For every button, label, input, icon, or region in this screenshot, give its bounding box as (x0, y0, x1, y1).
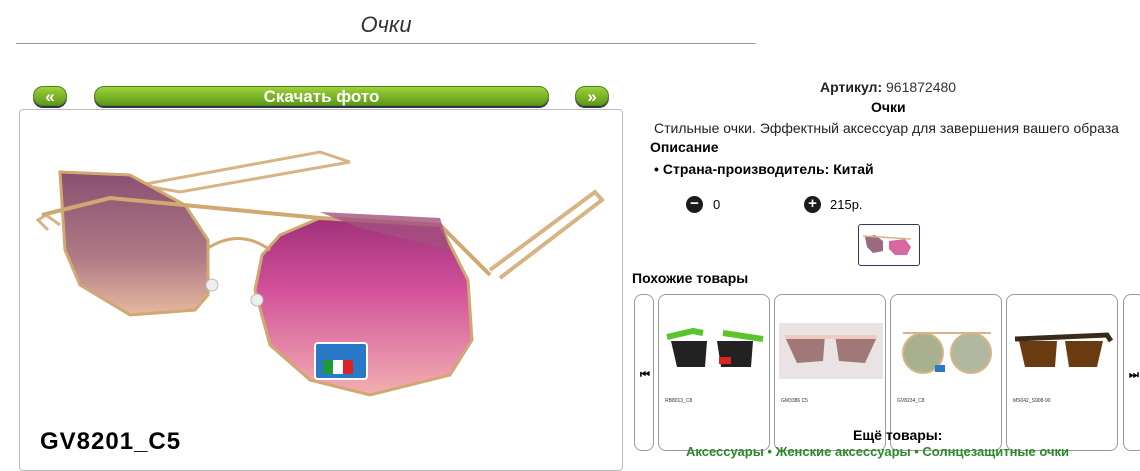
article-number: 961872480 (886, 79, 957, 95)
slider-prev-button[interactable]: ⏮ (634, 294, 654, 451)
article-line: Артикул: 961872480 (820, 79, 956, 95)
similar-item-image (666, 327, 764, 367)
download-photo-button[interactable]: Скачать фото (94, 86, 549, 106)
more-products-heading: Ещё товары: (853, 427, 943, 443)
title-divider (16, 43, 756, 44)
prev-photo-button[interactable]: « (33, 86, 67, 106)
similar-item-image (779, 323, 883, 379)
product-photo[interactable] (19, 109, 623, 471)
next-photo-button[interactable]: » (575, 86, 609, 106)
country-text: Страна-производитель: Китай (662, 161, 874, 177)
sunglasses-image (35, 150, 605, 397)
description-heading: Описание (650, 139, 719, 155)
similar-item-image (902, 332, 992, 374)
product-model: GV8201_C5 (40, 428, 182, 455)
similar-item-code: GV8234_C8 (897, 398, 925, 404)
similar-item[interactable]: MS042_S908-90 (1006, 294, 1118, 451)
slider-next-button[interactable]: ⏭ (1123, 294, 1140, 451)
decrease-quantity-button[interactable]: − (686, 196, 703, 213)
similar-heading: Похожие товары (632, 270, 749, 286)
product-description: Стильные очки. Эффектный аксессуар для з… (654, 120, 1119, 136)
similar-item-code: RB8013_C8 (665, 398, 693, 404)
similar-item-image (1014, 332, 1114, 367)
country-item: • Страна-производитель: Китай (654, 161, 874, 177)
article-label: Артикул: (820, 79, 883, 95)
increase-quantity-button[interactable]: + (804, 196, 821, 213)
photo-thumbnail[interactable] (858, 224, 920, 266)
lens-badge (314, 342, 368, 380)
similar-item[interactable]: RB8013_C8 (658, 294, 770, 451)
thumbnail-image (862, 235, 912, 255)
product-price: 215р. (830, 197, 863, 212)
product-name: Очки (871, 99, 906, 115)
bullet-icon: • (654, 161, 659, 177)
similar-item-code: GM3386 C5 (781, 398, 808, 404)
page-title: Очки (360, 12, 412, 37)
skip-forward-icon: ⏭ (1129, 369, 1139, 381)
similar-item-code: MS042_S908-90 (1013, 398, 1051, 404)
more-products-links[interactable]: Аксессуары • Женские аксессуары • Солнце… (686, 444, 1069, 459)
skip-back-icon: ⏮ (640, 369, 650, 381)
quantity-value: 0 (713, 197, 721, 212)
